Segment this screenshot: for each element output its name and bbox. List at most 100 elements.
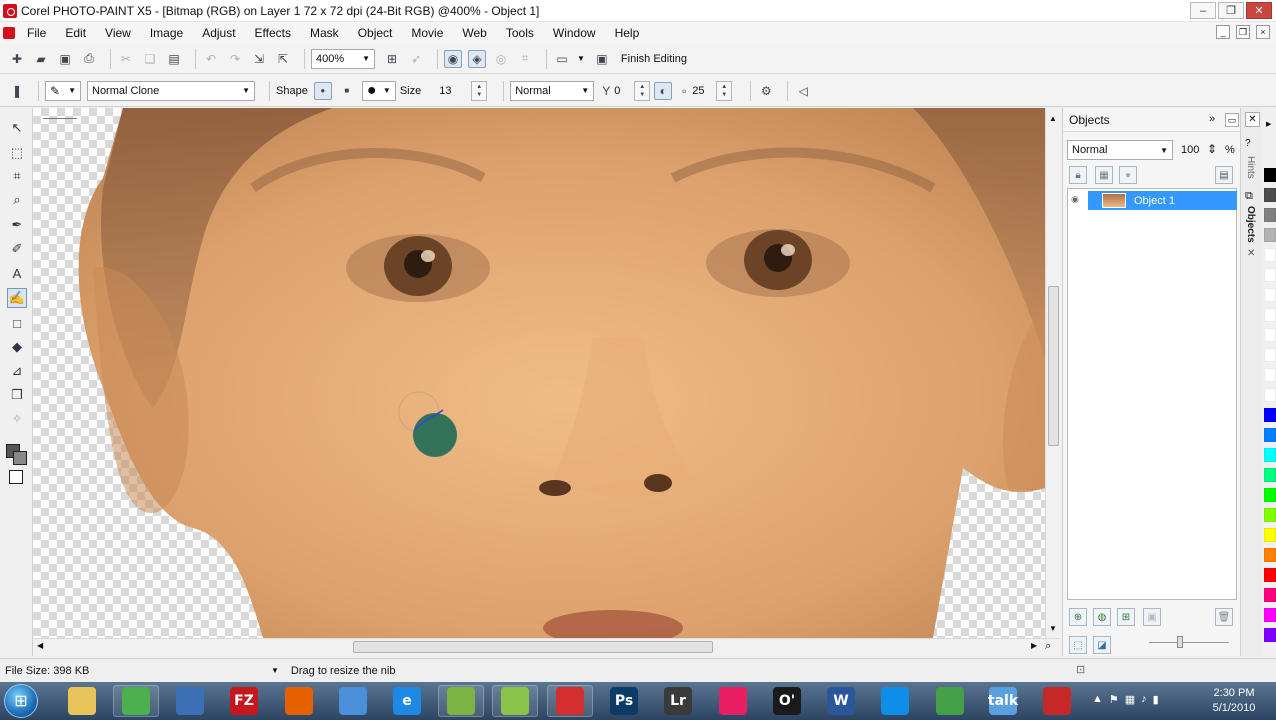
eyedropper-icon[interactable]: ✒ [7,215,27,235]
palette-swatch[interactable] [1264,548,1276,562]
display-mode-icon[interactable]: ▭ [553,50,571,68]
palette-swatch[interactable] [1264,368,1276,382]
minimize-button[interactable]: ‒ [1190,2,1216,19]
lens-mask-icon[interactable]: ◪ [1093,636,1111,654]
taskbar-gtalk[interactable]: talk [980,685,1026,717]
horizontal-scroll-thumb[interactable] [353,641,713,653]
chevron-down-icon[interactable]: ▼ [577,54,585,63]
menu-help[interactable]: Help [615,26,640,40]
expand-docker-icon[interactable]: » [1209,113,1215,125]
rectangle-tool-icon[interactable]: □ [7,313,27,333]
image-canvas[interactable] [33,108,1045,638]
drop-shadow-icon[interactable]: ❐ [7,385,27,405]
taskbar-internet-explorer[interactable]: e [384,685,430,717]
taskbar-photoshop[interactable]: Ps [601,685,647,717]
combine-icon[interactable]: ▣ [1143,608,1161,626]
undo-icon[interactable]: ↶ [202,50,220,68]
object-marquee-icon[interactable]: ◎ [492,50,510,68]
effect-tool-icon[interactable]: ✧ [7,409,27,429]
transparency-spinner[interactable]: ▲ ▼ [634,80,651,101]
palette-swatch[interactable] [1264,228,1276,242]
scroll-up-icon[interactable]: ▲ [1049,114,1057,123]
palette-swatch[interactable] [1264,268,1276,282]
palette-swatch[interactable] [1264,628,1276,642]
palette-swatch[interactable] [1264,288,1276,302]
fill-tool-icon[interactable]: ◆ [7,337,27,357]
marquee-visible-icon[interactable]: ◈ [468,49,486,68]
nib-shape-picker[interactable]: ● ▼ [361,80,396,101]
menu-object[interactable]: Object [358,26,393,40]
palette-swatch[interactable] [1264,208,1276,222]
transparency-value[interactable]: 0 [614,85,634,97]
doc-restore-icon[interactable]: ❐ [1236,25,1250,39]
print-icon[interactable]: ⎙ [80,50,98,68]
cut-icon[interactable]: ✂ [117,50,135,68]
zoom-fit-icon[interactable]: ⊞ [383,50,401,68]
palette-swatch[interactable] [1264,608,1276,622]
opacity-spinner-icon[interactable]: ⇕ [1207,142,1217,156]
network-icon[interactable]: ▦ [1125,693,1135,706]
delete-object-icon[interactable]: 🗑︎ [1215,608,1233,626]
lock-transparency-icon[interactable]: ▦ [1095,166,1113,184]
document-icon[interactable] [3,27,15,39]
docker-menu-icon[interactable]: ▤ [1215,166,1233,184]
taskbar-contacts[interactable] [927,685,973,717]
action-center-icon[interactable]: ⚑ [1109,693,1119,706]
brush-settings-icon[interactable]: ⚙ [757,82,775,100]
zoom-level-dropdown[interactable]: 400% ▼ [311,48,375,69]
redo-icon[interactable]: ↷ [226,50,244,68]
clone-tool-icon[interactable]: ✍ [7,288,27,308]
show-hidden-icons-icon[interactable]: ▲ [1092,693,1103,706]
close-button[interactable]: ✕ [1246,2,1272,19]
power-icon[interactable]: ▮ [1153,693,1159,706]
doc-close-icon[interactable]: × [1256,25,1270,39]
create-mask-icon[interactable]: ⬚ [1069,636,1087,654]
taskbar-oreilly[interactable]: O' [764,685,810,717]
new-object-icon[interactable]: ⊕ [1069,608,1087,626]
menu-file[interactable]: File [27,26,46,40]
import-icon[interactable]: ⇲ [250,50,268,68]
blend-mode-dropdown[interactable]: Normal ▼ [1067,140,1173,160]
chevron-down-icon[interactable]: ▼ [271,666,279,675]
palette-swatch[interactable] [1264,448,1276,462]
status-options-icon[interactable]: ⊡ [1076,663,1085,676]
menu-window[interactable]: Window [553,26,596,40]
scroll-down-icon[interactable]: ▼ [1049,624,1057,633]
new-object-from-background-icon[interactable]: ⊞ [1117,608,1135,626]
taskbar-safari[interactable] [330,685,376,717]
menu-effects[interactable]: Effects [255,26,291,40]
save-icon[interactable]: ▣ [56,50,74,68]
clip-mask-icon[interactable]: ● [1119,166,1137,184]
doc-minimize-icon[interactable]: _ [1216,25,1230,39]
crop-tool-icon[interactable]: ⌗ [7,166,27,186]
clone-mode-dropdown[interactable]: Normal Clone ▼ [87,80,255,101]
taskbar-filezilla[interactable]: FZ [221,685,267,717]
docker-minimize-icon[interactable]: ▭ [1225,113,1239,127]
open-folder-icon[interactable]: ▰ [32,50,50,68]
palette-swatch[interactable] [1264,348,1276,362]
soft-edge-value[interactable]: 25 [692,85,716,97]
navigator-icon[interactable]: ⌕ [1045,640,1051,653]
rectangle-mask-icon[interactable]: ⬚ [7,143,27,163]
layer-row[interactable]: Object 1 [1088,191,1237,210]
vertical-scroll-thumb[interactable] [1048,286,1059,446]
background-color-swatch[interactable] [13,451,27,465]
menu-image[interactable]: Image [150,26,183,40]
taskbar-corel-draw[interactable] [438,685,484,717]
scroll-left-icon[interactable]: ◀ [37,641,43,650]
text-tool-icon[interactable]: A [7,263,27,283]
lock-icon[interactable]: 🔒︎ [1069,166,1087,184]
volume-icon[interactable]: ♪ [1141,693,1147,706]
palette-swatch[interactable] [1264,488,1276,502]
size-spinner[interactable]: ▲ ▼ [471,80,488,101]
square-nib-icon[interactable]: ■ [338,82,356,100]
help-icon[interactable]: ? [1245,138,1251,149]
palette-swatch[interactable] [1264,188,1276,202]
palette-arrow-icon[interactable]: ▶ [1266,120,1271,128]
taskbar-explorer[interactable] [59,685,105,717]
menu-edit[interactable]: Edit [65,26,86,40]
export-icon[interactable]: ⇱ [274,50,292,68]
paste-icon[interactable]: ▤ [165,50,183,68]
antialiasing-icon[interactable]: ◐ [654,81,673,100]
taskbar-chrome[interactable] [113,685,159,717]
